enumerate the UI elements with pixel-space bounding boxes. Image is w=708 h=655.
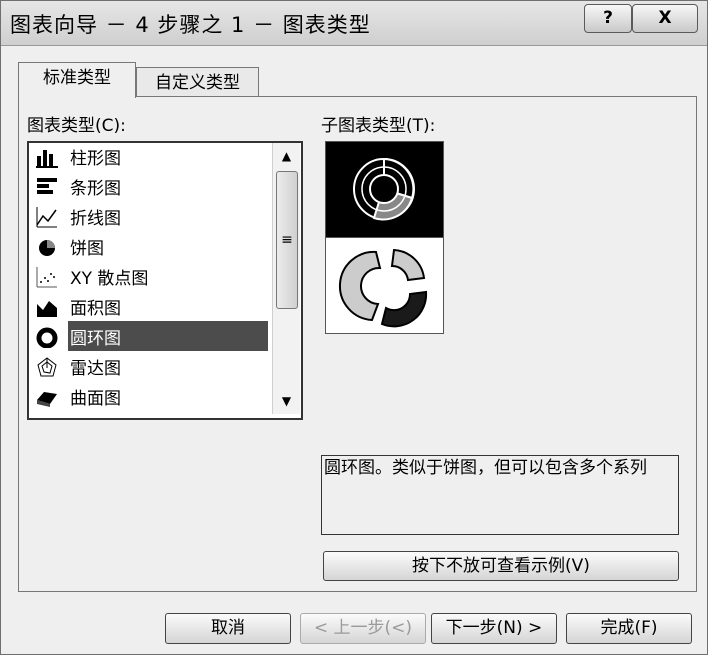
tab-custom-types[interactable]: 自定义类型 <box>136 67 259 99</box>
list-item-area[interactable]: 面积图 <box>29 291 269 321</box>
subtype-doughnut-selected[interactable] <box>325 141 444 238</box>
title-bar: 图表向导 － 4 步骤之 1 － 图表类型 ? X <box>1 1 707 46</box>
list-scrollbar[interactable]: ▲ ≡ ▼ <box>272 143 300 414</box>
doughnut-subtype-icon <box>353 157 415 221</box>
list-item-label: 圆环图 <box>68 324 123 349</box>
close-button[interactable]: X <box>632 4 698 33</box>
list-item-label: 饼图 <box>70 239 104 259</box>
help-button[interactable]: ? <box>584 4 632 33</box>
chart-wizard-dialog: 图表向导 － 4 步骤之 1 － 图表类型 ? X 标准类型 自定义类型 图表类… <box>0 0 708 655</box>
list-item-label: 柱形图 <box>70 149 121 169</box>
area-chart-icon <box>36 296 58 318</box>
back-button[interactable]: < 上一步(<) <box>300 613 426 644</box>
cancel-button[interactable]: 取消 <box>165 613 291 644</box>
subtype-exploded-doughnut[interactable] <box>325 237 444 334</box>
list-item-label: 雷达图 <box>70 359 121 379</box>
line-chart-icon <box>36 206 58 228</box>
scroll-down-icon[interactable]: ▼ <box>273 388 300 414</box>
list-item-label: XY 散点图 <box>70 269 149 289</box>
list-item-radar[interactable]: 雷达图 <box>29 351 269 381</box>
next-button[interactable]: 下一步(N) > <box>431 613 557 644</box>
finish-button[interactable]: 完成(F) <box>566 613 692 644</box>
exploded-doughnut-subtype-icon <box>338 248 428 328</box>
scatter-chart-icon <box>36 266 58 288</box>
window-title: 图表向导 － 4 步骤之 1 － 图表类型 <box>10 13 371 37</box>
doughnut-chart-icon <box>36 326 58 349</box>
list-item-label: 条形图 <box>70 179 121 199</box>
scroll-up-icon[interactable]: ▲ <box>273 143 300 169</box>
scroll-thumb[interactable]: ≡ <box>276 171 298 309</box>
tab-standard-types[interactable]: 标准类型 <box>18 62 136 98</box>
list-item-surface[interactable]: 曲面图 <box>29 381 269 411</box>
sub-type-label: 子图表类型(T): <box>321 116 436 136</box>
list-item-label: 折线图 <box>70 209 121 229</box>
column-chart-icon <box>36 146 58 168</box>
list-item-line[interactable]: 折线图 <box>29 201 269 231</box>
list-item-column[interactable]: 柱形图 <box>29 143 269 171</box>
list-item-pie[interactable]: 饼图 <box>29 231 269 261</box>
list-item-bar[interactable]: 条形图 <box>29 171 269 201</box>
preview-sample-button[interactable]: 按下不放可查看示例(V) <box>323 551 679 581</box>
list-item-label: 面积图 <box>70 299 121 319</box>
radar-chart-icon <box>36 356 58 378</box>
pie-chart-icon <box>36 236 58 258</box>
chart-type-label: 图表类型(C): <box>27 116 126 136</box>
bar-chart-icon <box>36 176 58 198</box>
list-item-label: 曲面图 <box>70 389 121 409</box>
surface-chart-icon <box>36 386 58 408</box>
list-item-doughnut[interactable]: 圆环图 <box>29 321 269 351</box>
chart-type-list[interactable]: 柱形图 条形图 折线图 饼图 XY 散点图 面积图 圆环图 雷达图 曲面图 ▲ … <box>27 141 303 420</box>
list-item-scatter[interactable]: XY 散点图 <box>29 261 269 291</box>
description-box: 圆环图。类似于饼图，但可以包含多个系列 <box>321 455 679 535</box>
